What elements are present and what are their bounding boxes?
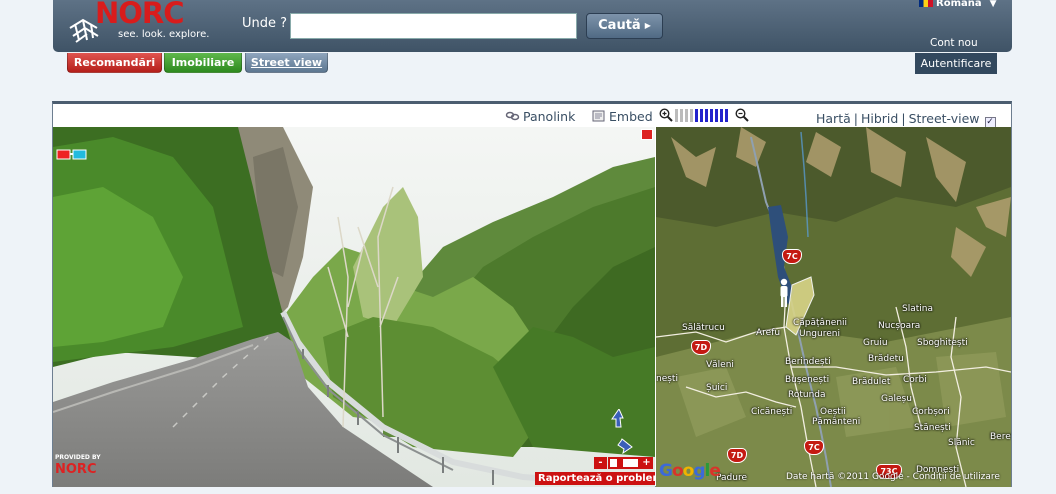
place-label: Ungureni [799,329,840,339]
place-label: Corbi [903,375,927,385]
place-label: nești [656,374,678,384]
map-type-map[interactable]: Hartă [816,111,851,126]
panorama-view[interactable]: PROVIDED BY NORC - + Raportează o proble… [53,127,655,487]
panorama-image [53,127,655,487]
logo-tagline: see. look. explore. [118,29,210,40]
caret-down-icon: ▼ [989,0,997,9]
search-button[interactable]: Caută ▶ [586,13,663,39]
new-account-link[interactable]: Cont nou [930,37,978,49]
tab-recommendations[interactable]: Recomandări [67,53,162,73]
embed-button[interactable]: Embed [591,109,653,124]
google-logo: Google [659,461,721,481]
place-label: Rotunda [788,390,826,400]
language-label: Română [936,0,982,9]
place-label: Arefu [756,328,781,338]
place-label: Stănești [914,423,951,433]
place-label: Gruiu [863,338,888,348]
panolink-label: Panolink [523,109,576,124]
header-bar: NORC see. look. explore. Unde ? Caută ▶ R… [53,0,1012,52]
language-selector[interactable]: Română ▼ [919,0,997,9]
tab-real-estate[interactable]: Imobiliare [164,53,242,73]
place-label: Văleni [706,360,734,370]
place-label: Corbșori [912,407,950,417]
place-label: Brădetu [868,354,904,364]
search-label: Unde ? [242,16,288,31]
pano-zoom-slider[interactable] [608,457,640,469]
map-type-street-view[interactable]: Street-view [909,111,980,126]
login-button[interactable]: Autentificare [915,53,997,74]
place-label: Oeștii [820,407,846,417]
embed-label: Embed [609,109,653,124]
zoom-out-icon[interactable] [735,108,749,122]
pano-toolbar: Panolink Embed [53,104,655,127]
place-label: Șuici [706,383,728,393]
map-toolbar: Hartă | Hibrid | Street-view ✓ [656,104,1011,128]
place-label: Sălătrucu [682,323,725,333]
provided-norc-logo: NORC [55,462,97,477]
pano-zoom-out-button[interactable]: - [594,457,607,469]
place-label: Sboghitești [917,338,968,348]
map-copyright[interactable]: Date hartă ©2011 Google - Condiții de ut… [786,472,1000,482]
satellite-map-image [656,127,1011,487]
place-label: Cicănești [751,407,793,417]
search-button-label: Caută [598,18,641,33]
report-problem-link[interactable]: Raportează o problemă [535,472,655,485]
panolink-button[interactable]: Panolink [505,109,575,124]
place-label: Slatina [902,304,933,314]
logo-text: NORC [95,0,185,30]
map-type-selector: Hartă | Hibrid | Street-view ✓ [816,111,996,128]
navigation-arrows-icon[interactable] [609,409,635,457]
embed-icon [592,110,605,122]
arrow-right-icon: ▶ [644,21,651,30]
map-zoom-level-bar[interactable] [675,109,730,123]
pegman-icon[interactable] [778,278,790,308]
place-label: Galeșu [881,394,912,404]
place-label: Căpățânenii [793,318,848,328]
3d-glasses-icon[interactable] [56,149,87,160]
romania-flag-icon [919,0,933,7]
place-label: Padure [716,473,747,483]
place-label: Bușenești [785,375,830,385]
place-label: Berev [990,432,1011,442]
fullscreen-icon[interactable] [641,129,653,140]
norc-logo[interactable]: NORC see. look. explore. [65,0,215,48]
satellite-map[interactable]: 7C 7D 7C 7D 73C Sălătrucu Căpățânenii Un… [656,127,1011,487]
pano-zoom-in-button[interactable]: + [640,457,653,469]
link-icon [505,111,520,121]
tab-street-view[interactable]: Street view [245,53,328,73]
place-label: Slănic [948,438,975,448]
place-label: Brădulet [852,377,891,387]
map-type-hybrid[interactable]: Hibrid [861,111,898,126]
provided-by-label: PROVIDED BY [55,454,101,461]
place-label: Pământeni [812,417,861,427]
zoom-in-icon[interactable] [659,108,673,122]
place-label: Nucșoara [878,321,921,331]
street-view-panel: Panolink Embed PROVIDED BY NORC - + Rapo… [52,101,1012,487]
search-input[interactable] [290,13,577,39]
place-label: Berindești [785,357,831,367]
